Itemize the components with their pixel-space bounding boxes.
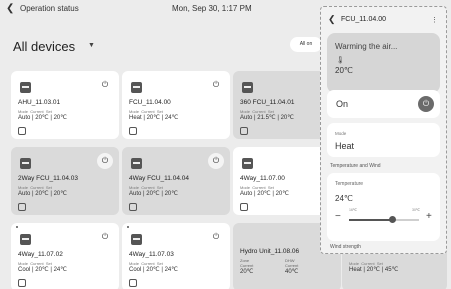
back-label[interactable]: Operation status xyxy=(20,4,79,13)
temperature-min: 16℃ xyxy=(349,208,357,212)
status-temperature: 20℃ xyxy=(335,66,353,75)
device-icon xyxy=(20,158,31,169)
mode-label: Mode xyxy=(335,131,347,136)
device-detail-panel: ❮ FCU_11.04.00 ⋮ Warming the air... 🌡 20… xyxy=(320,6,447,254)
temperature-label: Temperature xyxy=(335,181,364,187)
device-name: FCU_11.04.00 xyxy=(129,99,171,106)
minus-icon[interactable]: − xyxy=(335,211,341,222)
device-type-icon xyxy=(240,203,248,211)
plus-icon[interactable]: + xyxy=(426,211,432,222)
chevron-down-icon[interactable]: ▼ xyxy=(88,42,95,49)
device-values: Auto | 20℃ | 20℃ xyxy=(18,115,67,121)
device-card[interactable]: ⏻ AHU_11.03.01 Mode Current Set Auto | 2… xyxy=(11,71,119,139)
device-card[interactable]: ⏻ 4Way FCU_11.04.04 Mode Current Set Aut… xyxy=(122,147,230,215)
filter-pill[interactable]: All on xyxy=(290,37,322,52)
page-title[interactable]: All devices xyxy=(13,39,75,54)
device-name: 2Way FCU_11.04.03 xyxy=(18,175,78,182)
device-card[interactable]: ⏻ 4Way_11.07.02 Mode Current Set Cool | … xyxy=(11,223,119,289)
indicator-dot xyxy=(127,226,129,228)
device-values: Auto | 20℃ | 20℃ xyxy=(129,191,178,197)
device-type-icon xyxy=(18,127,26,135)
device-icon xyxy=(242,82,253,93)
power-icon[interactable]: ⏻ xyxy=(208,77,224,93)
temperature-max: 30℃ xyxy=(412,208,420,212)
device-card[interactable]: ⏻ 4Way_11.07.03 Mode Current Set Cool | … xyxy=(122,223,230,289)
device-icon xyxy=(131,82,142,93)
device-name: AHU_11.03.01 xyxy=(18,99,61,106)
power-icon[interactable]: ⏻ xyxy=(208,153,224,169)
zone-value: 20℃ xyxy=(240,269,254,275)
power-icon[interactable]: ⏻ xyxy=(418,96,434,112)
status-text: Warming the air... xyxy=(335,42,398,51)
mode-value: Heat xyxy=(335,141,355,151)
device-type-icon xyxy=(18,279,26,287)
slider-fill xyxy=(349,219,393,221)
temperature-slider[interactable] xyxy=(349,216,419,223)
device-name: 4Way_11.07.02 xyxy=(18,251,63,258)
indicator-dot xyxy=(16,226,18,228)
status-card: Warming the air... 🌡 20℃ xyxy=(327,33,440,93)
datetime: Mon, Sep 30, 1:17 PM xyxy=(172,4,252,13)
device-icon xyxy=(20,82,31,93)
device-values: Heat | 20℃ | 24℃ xyxy=(129,115,179,121)
device-type-icon xyxy=(240,127,248,135)
power-icon[interactable]: ⏻ xyxy=(97,229,113,245)
device-type-icon xyxy=(129,127,137,135)
device-icon xyxy=(131,158,142,169)
device-name: 4Way_11.07.00 xyxy=(240,175,285,182)
device-name: Hydro Unit_11.08.06 xyxy=(240,248,300,255)
thermometer-icon: 🌡 xyxy=(336,57,345,64)
device-name: 4Way_11.07.03 xyxy=(129,251,174,258)
device-name: 360 FCU_11.04.01 xyxy=(240,99,295,106)
device-values: Heat | 20℃ | 45℃ xyxy=(349,267,399,273)
section-heading: Temperature and Wind xyxy=(330,163,381,169)
power-row[interactable]: On ⏻ xyxy=(327,90,440,118)
device-values: Auto | 21.5℃ | 20℃ xyxy=(240,115,294,121)
power-icon[interactable]: ⏻ xyxy=(97,153,113,169)
device-values: Cool | 20℃ | 24℃ xyxy=(129,267,178,273)
device-icon xyxy=(242,158,253,169)
device-values: Auto | 20℃ | 20℃ xyxy=(240,191,289,197)
temperature-card: Temperature 24℃ 16℃ 30℃ − + xyxy=(327,173,440,241)
device-card[interactable]: ⏻ FCU_11.04.00 Mode Current Set Heat | 2… xyxy=(122,71,230,139)
device-values: Cool | 20℃ | 24℃ xyxy=(18,267,67,273)
panel-title: FCU_11.04.00 xyxy=(341,16,387,23)
device-type-icon xyxy=(129,203,137,211)
more-vertical-icon[interactable]: ⋮ xyxy=(431,16,438,24)
slider-thumb[interactable] xyxy=(388,216,396,223)
device-card[interactable]: ⏻ 2Way FCU_11.04.03 Mode Current Set Aut… xyxy=(11,147,119,215)
device-icon xyxy=(20,234,31,245)
power-icon[interactable]: ⏻ xyxy=(208,229,224,245)
power-icon[interactable]: ⏻ xyxy=(97,77,113,93)
device-name: 4Way FCU_11.04.04 xyxy=(129,175,189,182)
device-type-icon xyxy=(18,203,26,211)
device-type-icon xyxy=(129,279,137,287)
device-icon xyxy=(131,234,142,245)
mode-row[interactable]: Mode Heat xyxy=(327,123,440,157)
chevron-left-icon[interactable]: ❮ xyxy=(328,14,336,25)
device-values: Auto | 20℃ | 20℃ xyxy=(18,191,67,197)
power-label: On xyxy=(336,99,349,109)
chevron-left-icon[interactable]: ❮ xyxy=(6,3,14,14)
wind-strength-label: Wind strength xyxy=(330,244,361,250)
dhw-value: 40℃ xyxy=(285,269,299,275)
temperature-value: 24℃ xyxy=(335,194,353,203)
